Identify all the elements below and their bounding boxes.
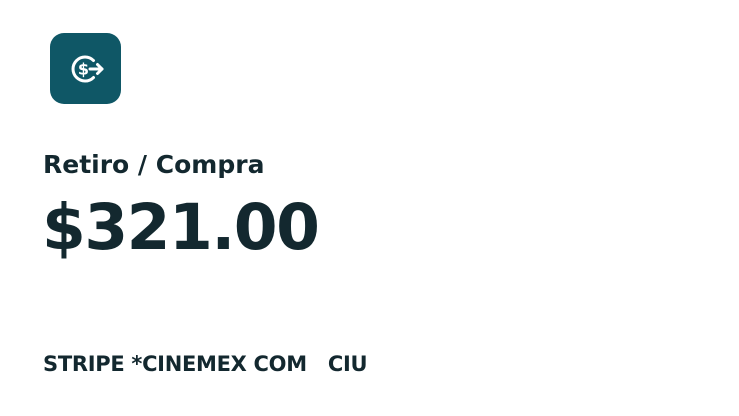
dollar-arrow-icon: $ [71, 55, 103, 82]
merchant-name: STRIPE *CINEMEX COM CIU [43, 352, 368, 376]
transaction-type-label: Retiro / Compra [43, 150, 265, 179]
svg-text:$: $ [77, 59, 88, 78]
transaction-type-icon: $ [50, 33, 121, 104]
transaction-amount: $321.00 [42, 191, 320, 264]
